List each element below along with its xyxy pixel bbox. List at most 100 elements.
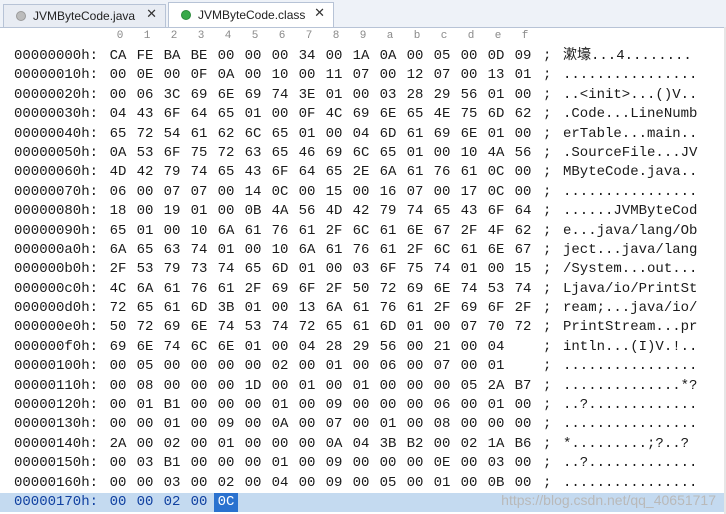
tab-jvmbytecode-class[interactable]: JVMByteCode.class ✕ bbox=[168, 2, 334, 27]
hex-byte[interactable]: 00 bbox=[160, 377, 184, 396]
hex-byte[interactable]: 42 bbox=[133, 163, 157, 182]
hex-byte[interactable]: 0E bbox=[133, 66, 157, 85]
hex-byte[interactable]: 11 bbox=[322, 66, 346, 85]
hex-byte[interactable]: 1A bbox=[484, 435, 508, 454]
hex-byte[interactable]: 00 bbox=[160, 357, 184, 376]
hex-byte[interactable]: 01 bbox=[457, 260, 481, 279]
hex-byte[interactable]: 6F bbox=[376, 260, 400, 279]
hex-byte[interactable]: 0F bbox=[187, 66, 211, 85]
hex-byte[interactable]: 09 bbox=[214, 415, 238, 434]
hex-byte[interactable]: 74 bbox=[214, 318, 238, 337]
hex-byte[interactable]: 6D bbox=[484, 105, 508, 124]
hex-byte[interactable]: 00 bbox=[214, 47, 238, 66]
hex-byte[interactable]: FE bbox=[133, 47, 157, 66]
hex-byte[interactable]: 16 bbox=[376, 183, 400, 202]
ascii-text[interactable]: Ljava/io/PrintSt bbox=[563, 280, 697, 299]
hex-byte[interactable]: 6C bbox=[187, 338, 211, 357]
hex-byte[interactable]: 61 bbox=[376, 222, 400, 241]
hex-byte[interactable]: 61 bbox=[160, 299, 184, 318]
hex-byte[interactable]: 00 bbox=[133, 435, 157, 454]
hex-byte[interactable]: 01 bbox=[214, 241, 238, 260]
hex-byte[interactable]: B2 bbox=[403, 435, 427, 454]
hex-byte[interactable]: 65 bbox=[268, 125, 292, 144]
hex-byte[interactable]: 69 bbox=[187, 86, 211, 105]
hex-byte[interactable]: 65 bbox=[268, 144, 292, 163]
ascii-text[interactable]: .SourceFile...JV bbox=[563, 144, 697, 163]
hex-byte[interactable]: 03 bbox=[160, 474, 184, 493]
hex-byte[interactable]: 69 bbox=[241, 86, 265, 105]
hex-row[interactable]: 00000030h: 04 43 6F 64 65 01 00 0F 4C 69 6E 65 4E 75 6D… bbox=[0, 105, 726, 124]
hex-byte[interactable]: 6E bbox=[457, 125, 481, 144]
hex-row[interactable]: 00000000h: CA FE BA BE 00 00 00 34 00 1A 0A 00 05 00 0D… bbox=[0, 47, 726, 66]
hex-byte[interactable]: 05 bbox=[457, 377, 481, 396]
hex-byte[interactable]: 72 bbox=[214, 144, 238, 163]
hex-byte[interactable]: 01 bbox=[322, 357, 346, 376]
hex-byte[interactable]: 07 bbox=[322, 415, 346, 434]
hex-byte[interactable]: 3C bbox=[160, 86, 184, 105]
hex-byte[interactable]: 00 bbox=[241, 357, 265, 376]
hex-byte[interactable]: 01 bbox=[241, 105, 265, 124]
hex-byte[interactable]: 03 bbox=[133, 454, 157, 473]
hex-byte[interactable]: 69 bbox=[160, 318, 184, 337]
hex-byte[interactable]: 6C bbox=[430, 241, 454, 260]
hex-byte[interactable]: 4A bbox=[484, 144, 508, 163]
hex-byte[interactable]: 15 bbox=[322, 183, 346, 202]
hex-byte[interactable]: 01 bbox=[268, 396, 292, 415]
hex-byte[interactable]: 67 bbox=[511, 241, 535, 260]
hex-byte[interactable]: 65 bbox=[133, 299, 157, 318]
hex-byte[interactable]: 00 bbox=[484, 260, 508, 279]
hex-byte[interactable]: 01 bbox=[349, 377, 373, 396]
hex-byte[interactable]: 00 bbox=[133, 493, 157, 512]
hex-byte[interactable]: 2F bbox=[457, 222, 481, 241]
hex-byte[interactable]: 00 bbox=[376, 454, 400, 473]
hex-byte[interactable]: 62 bbox=[511, 105, 535, 124]
hex-row[interactable]: 00000120h: 00 01 B1 00 00 00 01 00 09 00 00 00 06 00 01… bbox=[0, 396, 726, 415]
hex-byte[interactable]: 56 bbox=[376, 338, 400, 357]
ascii-text[interactable]: ..?............. bbox=[563, 454, 697, 473]
hex-byte[interactable]: 53 bbox=[241, 318, 265, 337]
hex-byte[interactable]: 00 bbox=[457, 474, 481, 493]
hex-byte[interactable]: 61 bbox=[349, 318, 373, 337]
hex-byte[interactable]: 00 bbox=[376, 396, 400, 415]
hex-byte[interactable]: 00 bbox=[160, 66, 184, 85]
hex-byte[interactable]: 2F bbox=[403, 241, 427, 260]
hex-byte[interactable]: 0A bbox=[214, 66, 238, 85]
hex-row[interactable]: 00000060h: 4D 42 79 74 65 43 6F 64 65 2E 6A 61 76 61 0C… bbox=[0, 163, 726, 182]
hex-byte[interactable]: 0B bbox=[484, 474, 508, 493]
hex-row[interactable]: 000000a0h: 6A 65 63 74 01 00 10 6A 61 76 61 2F 6C 61 6E… bbox=[0, 241, 726, 260]
hex-byte[interactable]: 13 bbox=[484, 66, 508, 85]
hex-byte[interactable]: 6A bbox=[133, 280, 157, 299]
hex-byte[interactable]: 02 bbox=[160, 493, 184, 512]
hex-byte[interactable]: 61 bbox=[160, 280, 184, 299]
hex-byte[interactable]: 74 bbox=[511, 280, 535, 299]
hex-byte[interactable]: 63 bbox=[160, 241, 184, 260]
hex-byte[interactable]: 53 bbox=[484, 280, 508, 299]
hex-byte[interactable]: 28 bbox=[322, 338, 346, 357]
hex-byte[interactable]: 56 bbox=[457, 86, 481, 105]
hex-byte[interactable]: 6E bbox=[214, 86, 238, 105]
hex-byte[interactable]: 09 bbox=[511, 47, 535, 66]
hex-byte[interactable]: 01 bbox=[268, 454, 292, 473]
hex-row[interactable]: 00000160h: 00 00 03 00 02 00 04 00 09 00 05 00 01 00 0B… bbox=[0, 474, 726, 493]
hex-byte[interactable]: 6F bbox=[295, 280, 319, 299]
hex-byte[interactable]: 79 bbox=[160, 260, 184, 279]
ascii-text[interactable]: intln...(I)V.!.. bbox=[563, 338, 697, 357]
hex-byte[interactable]: 6D bbox=[187, 299, 211, 318]
hex-byte[interactable]: 04 bbox=[295, 338, 319, 357]
hex-byte[interactable]: 0E bbox=[430, 454, 454, 473]
hex-row[interactable]: 00000100h: 00 05 00 00 00 00 02 00 01 00 06 00 07 00 01… bbox=[0, 357, 726, 376]
hex-byte[interactable]: 03 bbox=[349, 260, 373, 279]
hex-byte[interactable]: B6 bbox=[511, 435, 535, 454]
hex-byte[interactable]: 00 bbox=[403, 396, 427, 415]
hex-byte[interactable]: BE bbox=[187, 47, 211, 66]
hex-byte[interactable]: 00 bbox=[268, 377, 292, 396]
hex-byte[interactable]: 4C bbox=[106, 280, 130, 299]
ascii-text[interactable]: erTable...main.. bbox=[563, 125, 697, 144]
hex-byte[interactable]: 62 bbox=[511, 222, 535, 241]
hex-byte[interactable]: 00 bbox=[295, 435, 319, 454]
hex-byte[interactable]: 00 bbox=[214, 396, 238, 415]
hex-byte[interactable]: 00 bbox=[241, 415, 265, 434]
hex-byte[interactable]: 0A bbox=[268, 415, 292, 434]
hex-byte[interactable]: 00 bbox=[295, 357, 319, 376]
hex-byte[interactable]: 61 bbox=[349, 299, 373, 318]
